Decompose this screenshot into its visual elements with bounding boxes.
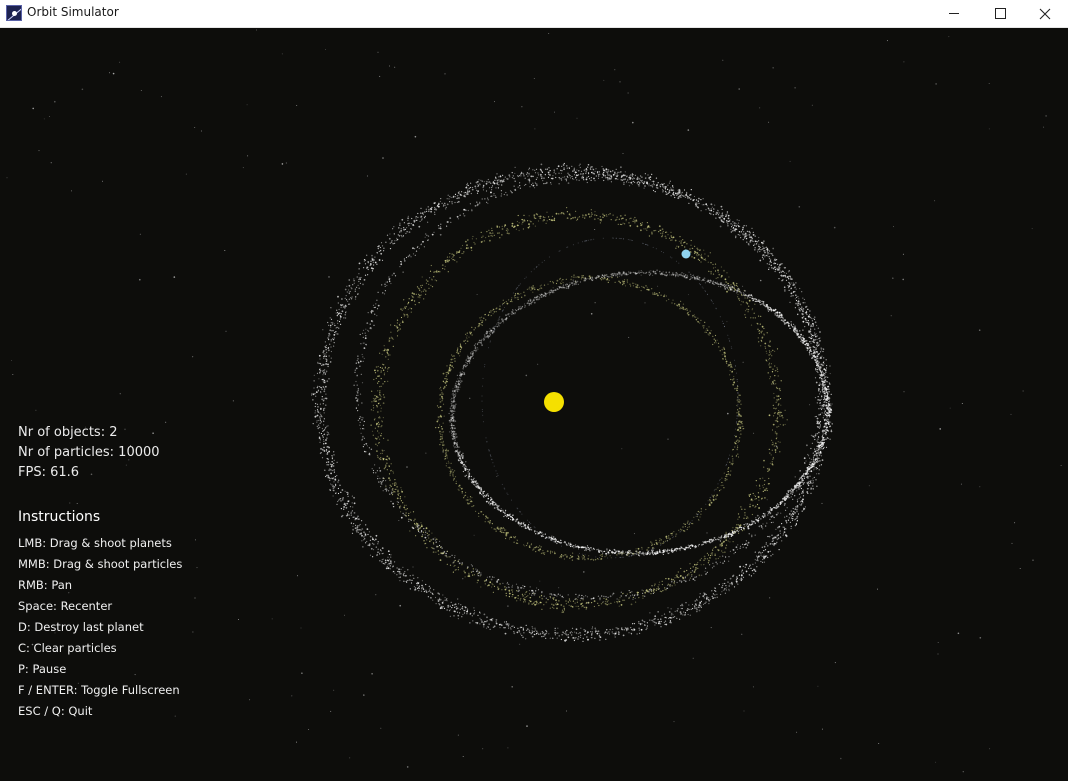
instructions-title: Instructions [18,509,101,525]
object-count: Nr of objects: 2 [18,425,118,440]
minimize-button[interactable] [931,0,977,27]
instruction-line: C: Clear particles [18,641,117,655]
fps-readout: FPS: 61.6 [18,465,80,480]
instruction-line: LMB: Drag & shoot planets [18,536,172,550]
instruction-line: ESC / Q: Quit [18,704,93,718]
planet[interactable] [681,249,691,259]
orbit-app-icon [6,5,22,21]
instruction-line: P: Pause [18,662,67,676]
instruction-line: MMB: Drag & shoot particles [18,557,183,571]
sun[interactable] [544,392,564,412]
maximize-button[interactable] [977,0,1023,27]
maximize-icon [994,8,1006,19]
instruction-line: Space: Recenter [18,599,113,613]
close-button[interactable] [1022,0,1068,27]
instruction-line: F / ENTER: Toggle Fullscreen [18,683,180,697]
close-icon [1039,8,1051,19]
stats-panel: Nr of objects: 2 Nr of particles: 10000 … [18,423,160,483]
window-title: Orbit Simulator [27,5,119,19]
instruction-line: D: Destroy last planet [18,620,144,634]
instructions-list: LMB: Drag & shoot planets MMB: Drag & sh… [18,533,182,722]
particle-count: Nr of particles: 10000 [18,445,160,460]
instruction-line: RMB: Pan [18,578,73,592]
title-bar: Orbit Simulator [0,0,1068,28]
minimize-icon [949,13,959,14]
